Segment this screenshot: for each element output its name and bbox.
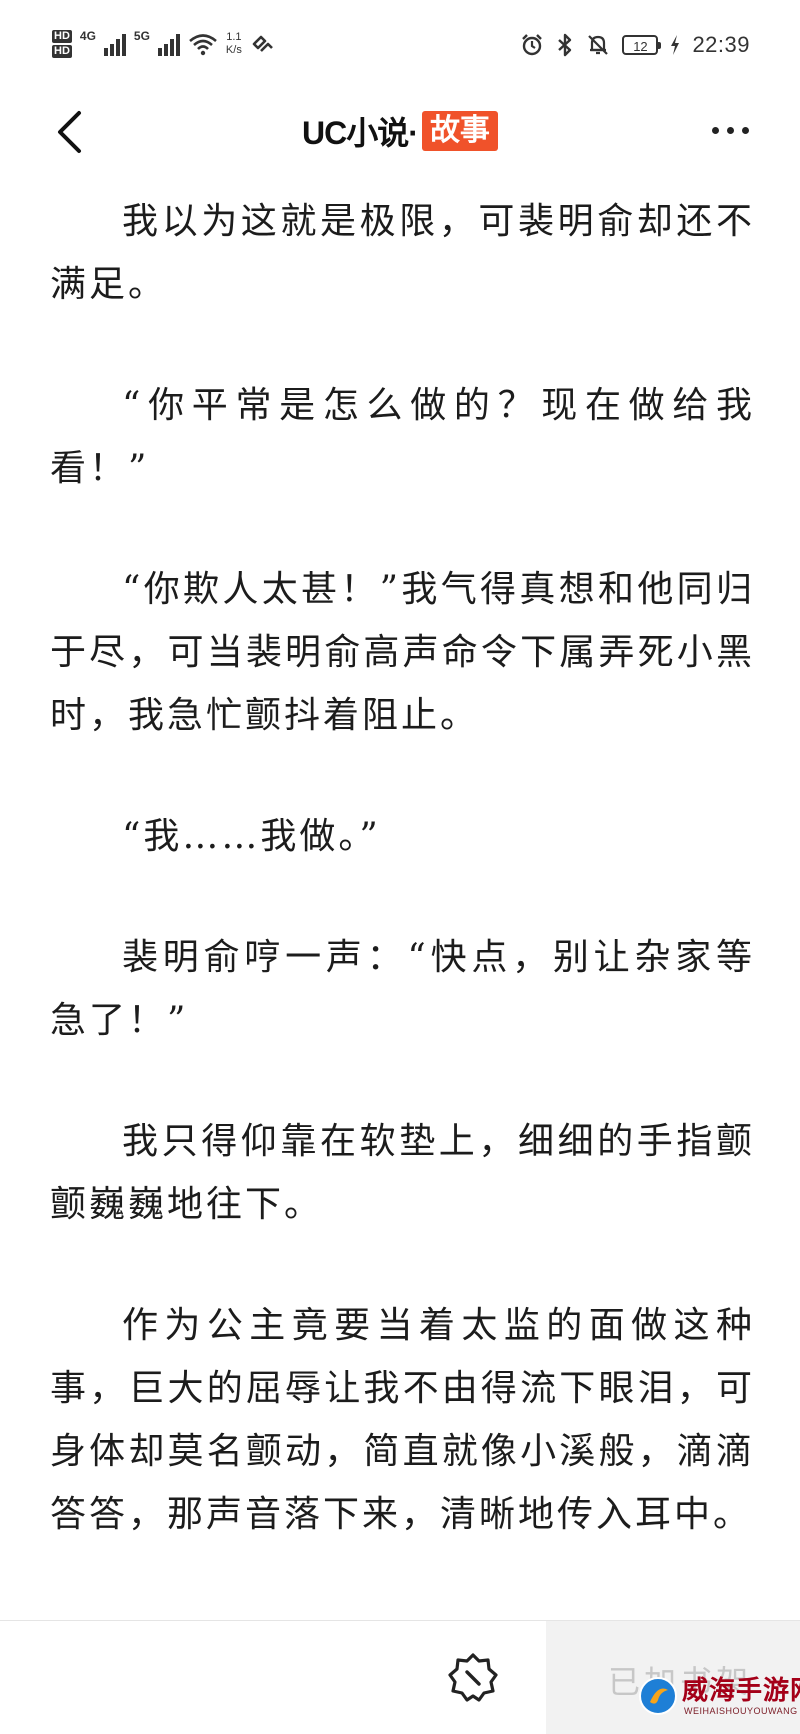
chapter-content: 我以为这就是极限，可裴明俞却还不满足。 “你平常是怎么做的？现在做给我看！” “… [50,190,755,1604]
paragraph: “我……我做。” [122,816,381,857]
signal-icon [103,32,126,56]
paragraph: 我只得仰靠在软垫上，细细的手指颤颤巍巍地往下。 [50,1121,755,1225]
settings-icon [448,1653,498,1702]
app-title: UC小说· 故事 [0,108,800,154]
speed-unit: K/s [225,44,242,56]
signal-icon [157,32,180,56]
watermark-subtext: WEIHAISHOUYOUWANG [684,1706,798,1716]
paragraph: “你欺人太甚！”我气得真想和他同归于尽，可当裴明俞高声命令下属弄死小黑时，我急忙… [50,569,755,736]
settings-button[interactable] [446,1651,500,1705]
app-title-text: UC小说· [302,115,419,151]
hd-indicator: HD HD [52,30,72,58]
more-horizontal-icon [711,126,719,134]
reader-header: UC小说· 故事 [0,90,800,170]
status-time: 22:39 [692,32,750,57]
alarm-icon [522,34,543,56]
mute-icon [588,35,609,55]
paragraph: 我以为这就是极限，可裴明俞却还不满足。 [50,201,755,305]
paragraph: 作为公主竟要当着太监的面做这种事，巨大的屈辱让我不由得流下眼泪，可身体却莫名颤动… [50,1305,755,1535]
network-type-1: 4G [79,29,96,43]
speed-value: 1.1 [226,31,242,43]
story-tag: 故事 [421,111,498,151]
bluetooth-icon [558,33,572,57]
hd-bottom-badge: HD [52,45,72,58]
hd-top-badge: HD [52,30,72,43]
network-speed: 1.1 K/s [226,31,242,57]
status-right: 12 22:39 [520,28,750,62]
site-watermark: 威海手游网 WEIHAISHOUYOUWANG [638,1660,800,1730]
wifi-icon [189,34,217,56]
status-left: HD HD 4G 5G 1.1 K/s [52,26,276,62]
watermark-text: 威海手游网 [682,1675,800,1705]
charging-icon [671,35,680,55]
paragraph: “你平常是怎么做的？现在做给我看！” [50,385,755,489]
paragraph: 裴明俞哼一声：“快点，别让杂家等急了！” [50,937,755,1041]
battery-icon: 12 [622,35,662,55]
watermark-logo-icon [639,1677,677,1715]
status-bar: HD HD 4G 5G 1.1 K/s 12 22:39 [0,0,800,90]
nfc-icon [252,35,273,52]
network-type-2: 5G [133,29,150,43]
more-button[interactable] [700,110,760,150]
